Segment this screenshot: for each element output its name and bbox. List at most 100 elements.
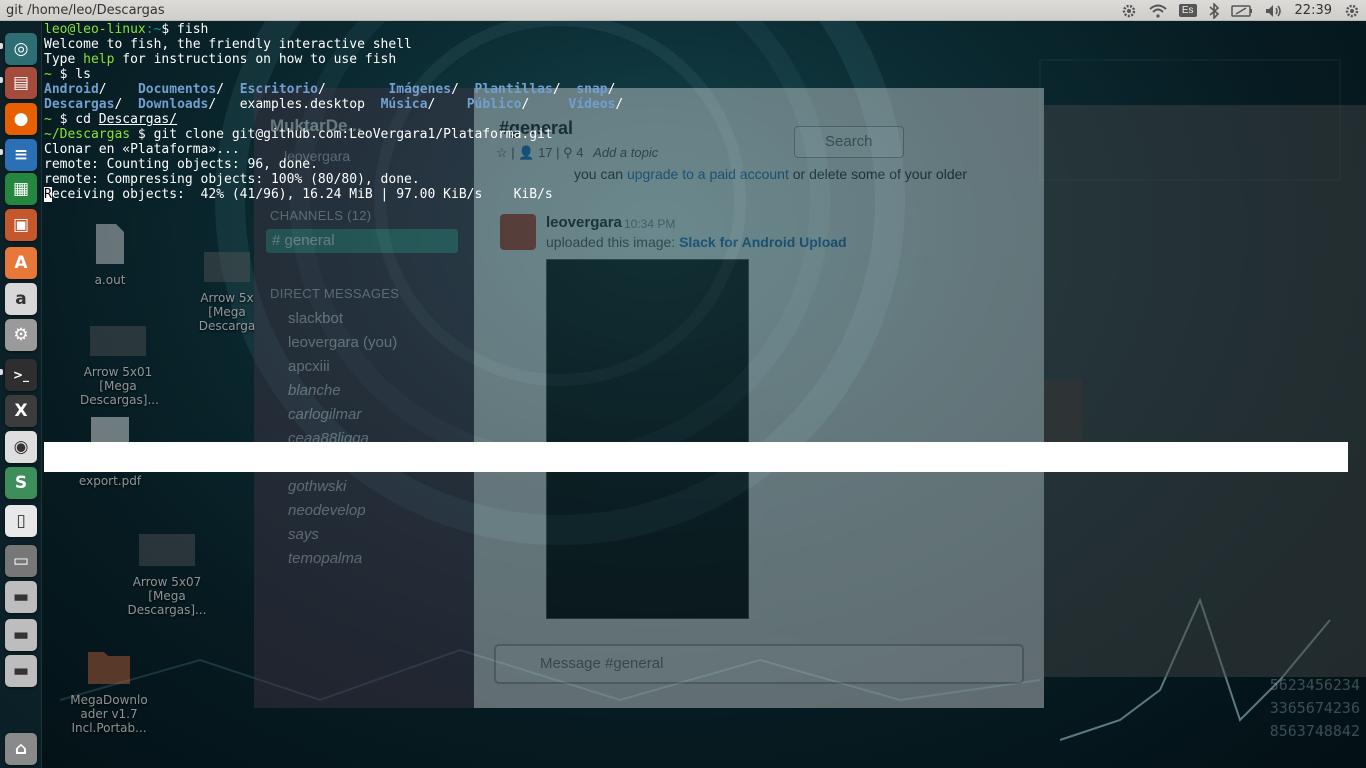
terminal-text: help [83, 52, 115, 67]
system-tray: Es 22:39 [1115, 0, 1366, 21]
gear-icon[interactable] [1115, 0, 1143, 21]
terminal-text: $ fish [161, 22, 209, 37]
launcher-system-settings[interactable]: ⚙ [5, 319, 37, 351]
lyx-icon: X [14, 401, 28, 421]
launcher-terminal[interactable]: >_ [5, 359, 37, 391]
wifi-icon[interactable] [1143, 0, 1173, 21]
terminal-icon: >_ [12, 368, 30, 382]
running-indicator [0, 77, 3, 83]
terminal-text: / [451, 82, 475, 97]
terminal-line: ~/Descargas $ git clone git@github.com:L… [44, 127, 1366, 142]
running-indicator [0, 149, 3, 155]
launcher-drive-1[interactable]: ▬ [5, 581, 37, 613]
text-editor-icon: ▯ [16, 511, 26, 531]
writer-icon: ≡ [13, 145, 29, 165]
launcher-drive-3[interactable]: ▬ [5, 655, 37, 687]
terminal-text: / [98, 82, 138, 97]
launcher-usb-drive[interactable]: ▭ [5, 545, 37, 577]
terminal-line: Android/ Documentos/ Escritorio/ Imágene… [44, 82, 1366, 97]
terminal-text: Downloads [137, 97, 209, 112]
terminal-line: leo@leo-linux:~$ fish [44, 22, 1366, 37]
keyboard-layout-indicator[interactable]: Es [1173, 0, 1203, 21]
keyboard-layout-label: Es [1178, 4, 1197, 17]
white-overlay-bar [44, 442, 1348, 472]
terminal-text: Plantillas [474, 82, 553, 97]
drive-icon: ▬ [12, 661, 30, 681]
terminal-text: ~ [44, 112, 52, 127]
slack-icon: S [14, 473, 28, 493]
terminal-text: ~/Descargas [44, 127, 131, 142]
calc-icon: ▦ [12, 179, 30, 199]
power-icon[interactable] [1338, 0, 1366, 21]
terminal-line: Receiving objects: 42% (41/96), 16.24 Mi… [44, 187, 1366, 202]
running-indicator [0, 43, 3, 49]
terminal-line: Descargas/ Downloads/ examples.desktop M… [44, 97, 1366, 112]
amazon-icon: a [15, 289, 27, 309]
terminal-text: snap [576, 82, 608, 97]
bluetooth-icon[interactable] [1203, 0, 1225, 21]
software-center-icon: A [14, 253, 28, 273]
launcher-dash[interactable]: ◎ [5, 33, 37, 65]
terminal-text: leo@leo-linux [44, 22, 146, 37]
launcher-drive-2[interactable]: ▬ [5, 619, 37, 651]
terminal-output[interactable]: leo@leo-linux:~$ fish Welcome to fish, th… [42, 21, 1366, 768]
terminal-line: ~ $ cd Descargas/ [44, 112, 1366, 127]
clock[interactable]: 22:39 [1289, 0, 1338, 21]
system-settings-icon: ⚙ [13, 325, 29, 345]
terminal-text: Type [44, 52, 84, 67]
terminal-line: remote: Counting objects: 96, done. [44, 157, 1366, 172]
terminal-text: Welcome to fish, the friendly interactiv… [44, 37, 412, 52]
terminal-text: Documentos [137, 82, 217, 97]
launcher-text-editor[interactable]: ▯ [5, 505, 37, 537]
terminal-text: $ git clone git@github.com:LeoVergara1/P… [130, 127, 553, 142]
launcher-lyx[interactable]: X [5, 395, 37, 427]
terminal-text: remote: Compressing objects: 100% (80/80… [44, 172, 420, 187]
terminal-text: Público [466, 97, 522, 112]
terminal-text: / [552, 82, 577, 97]
terminal-text: $ cd [51, 112, 99, 127]
terminal-text: / [114, 97, 138, 112]
battery-icon[interactable] [1225, 0, 1259, 21]
terminal-line: remote: Compressing objects: 100% (80/80… [44, 172, 1366, 187]
launcher-software-center[interactable]: A [5, 247, 37, 279]
terminal-line: Type help for instructions on how to use… [44, 52, 1366, 67]
firefox-icon: ● [13, 109, 29, 129]
window-title: git /home/leo/Descargas [6, 2, 165, 18]
launcher-files[interactable]: ▤ [5, 67, 37, 99]
drive-icon: ▬ [12, 625, 30, 645]
terminal-text: / [427, 97, 467, 112]
volume-icon[interactable] [1259, 0, 1289, 21]
terminal-text: ~ [44, 67, 52, 82]
launcher-calc[interactable]: ▦ [5, 173, 37, 205]
launcher-slack[interactable]: S [5, 467, 37, 499]
launcher-chrome[interactable]: ◉ [5, 431, 37, 463]
impress-icon: ▣ [12, 215, 30, 235]
terminal-text: Escritorio [239, 82, 318, 97]
terminal-text: Clonar en «Plataforma»... [44, 142, 240, 157]
chrome-icon: ◉ [13, 437, 29, 457]
running-indicator [0, 369, 3, 375]
terminal-text: / [615, 97, 624, 112]
launcher-writer[interactable]: ≡ [5, 139, 37, 171]
terminal-text: Música [380, 97, 428, 112]
terminal-text: / examples.desktop [208, 97, 381, 112]
ubuntu-icon: ◎ [13, 39, 29, 59]
launcher-firefox[interactable]: ● [5, 103, 37, 135]
unity-launcher: ◎ ▤ ● ≡ ▦ ▣ Aa ⚙ >_ X ◉ S ▯ ▭ ▬ ▬ ▬ ⌂ [0, 21, 42, 768]
files-icon: ▤ [12, 73, 30, 93]
terminal-text: / [317, 82, 389, 97]
terminal-text: Descargas [44, 97, 115, 112]
terminal-text: remote: Counting objects: 96, done. [44, 157, 318, 172]
terminal-text: eceiving objects: 42% (41/96), 16.24 MiB… [51, 187, 553, 202]
launcher-trash[interactable]: ⌂ [5, 733, 37, 765]
terminal-line: ~ $ ls [44, 67, 1366, 82]
terminal-text: :~ [145, 22, 162, 37]
terminal-text: / [607, 82, 616, 97]
terminal-text: Vídeos [568, 97, 616, 112]
launcher-amazon[interactable]: a [5, 283, 37, 315]
terminal-text: $ ls [51, 67, 91, 82]
terminal-text: / [216, 82, 240, 97]
launcher-impress[interactable]: ▣ [5, 209, 37, 241]
terminal-text: Android [44, 82, 99, 97]
terminal-text: / [521, 97, 569, 112]
